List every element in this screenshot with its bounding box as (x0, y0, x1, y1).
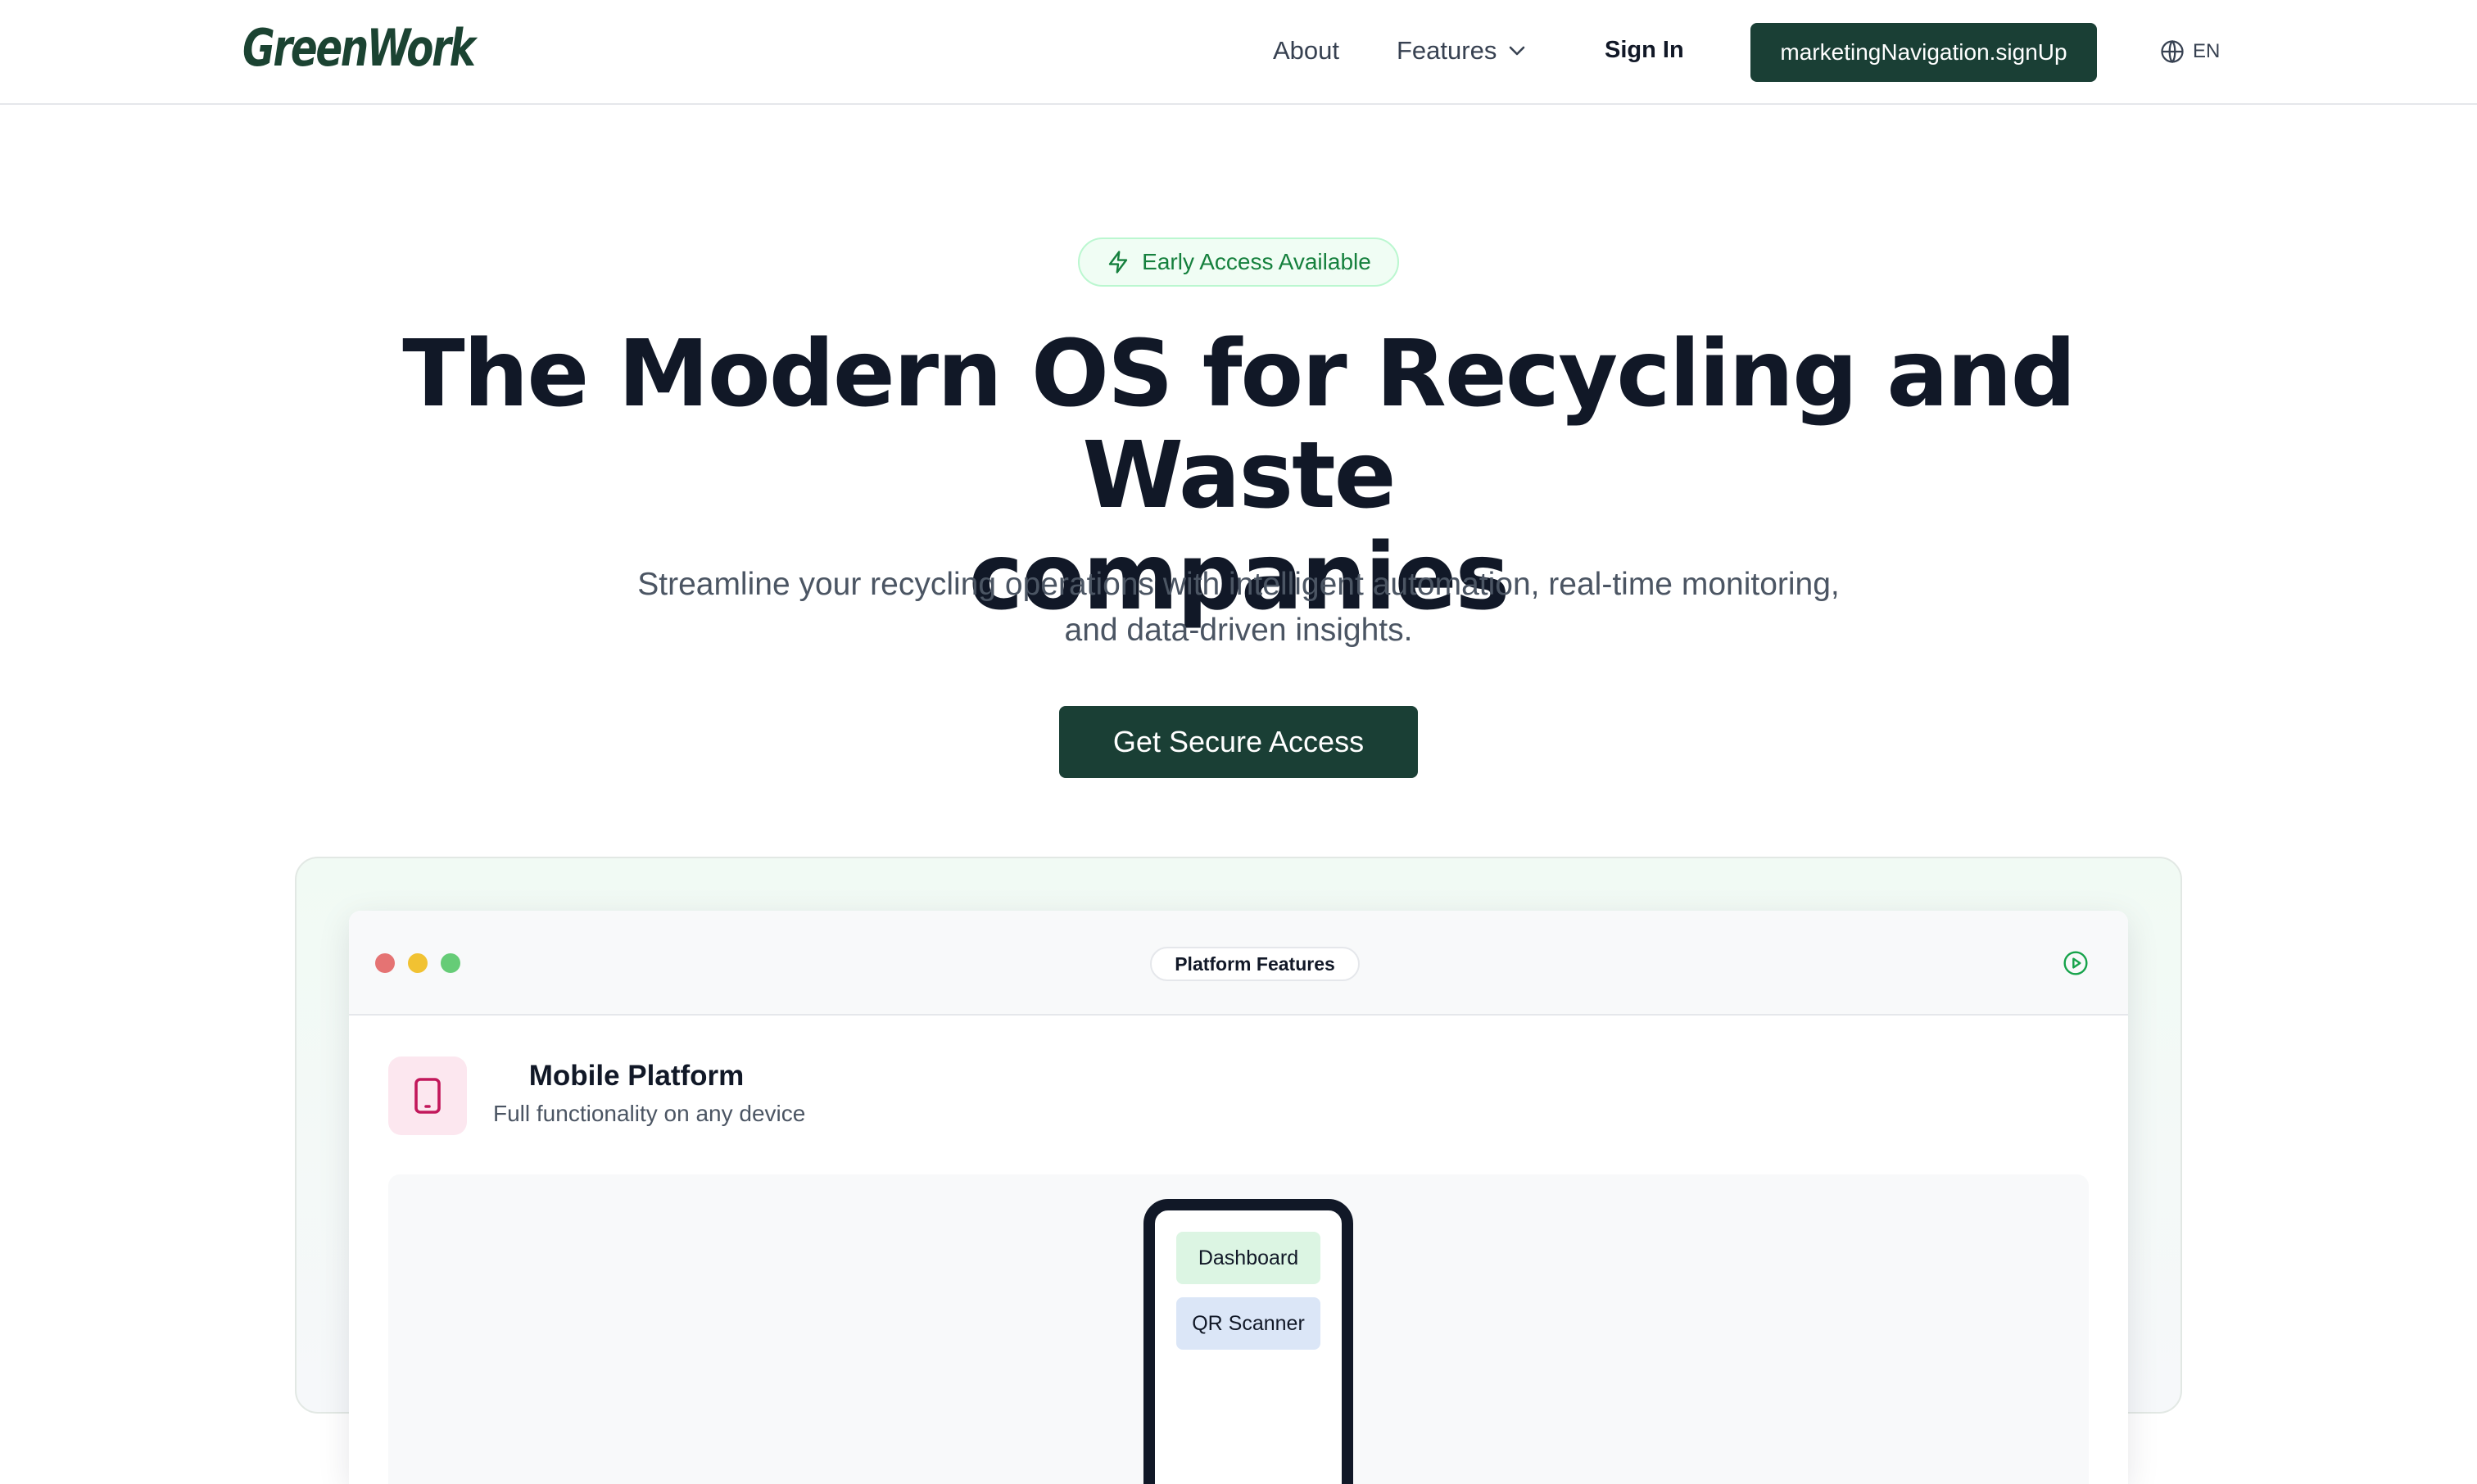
language-label: EN (2193, 40, 2221, 62)
feature-description: Full functionality on any device (493, 1101, 806, 1126)
hero-subtitle-line-2: and data-driven insights. (1064, 613, 1413, 648)
window-maximize-dot (441, 953, 460, 973)
play-circle-icon[interactable] (2063, 950, 2089, 976)
window-minimize-dot (408, 953, 428, 973)
window-title-bar: Platform Features (349, 911, 2128, 1016)
sign-up-button[interactable]: marketingNavigation.signUp (1750, 23, 2097, 82)
lightning-bolt-icon (1106, 250, 1130, 274)
window-close-dot (375, 953, 395, 973)
feature-title: Mobile Platform (528, 1060, 745, 1092)
phone-mockup: Dashboard QR Scanner (1143, 1199, 1353, 1484)
hero-title-line-1: The Modern OS for Recycling and Waste (402, 321, 2076, 529)
language-selector[interactable]: EN (2160, 39, 2220, 64)
feature-preview-area: Dashboard QR Scanner (388, 1174, 2089, 1484)
platform-showcase: Platform Features Mobile Platform Full f… (295, 857, 2182, 1484)
platform-features-pill: Platform Features (1150, 947, 1360, 981)
nav-link-about[interactable]: About (1273, 36, 1339, 66)
hero-subtitle-line-1: Streamline your recycling operations wit… (637, 567, 1840, 602)
sign-in-link[interactable]: Sign In (1605, 37, 1684, 64)
top-navigation-bar: GreenWork About Features Sign In marketi… (0, 0, 2477, 105)
hero-subtitle: Streamline your recycling operations wit… (583, 562, 1894, 654)
early-access-badge: Early Access Available (1078, 238, 1399, 287)
tablet-icon (388, 1056, 467, 1135)
early-access-label: Early Access Available (1142, 249, 1371, 274)
phone-menu-dashboard[interactable]: Dashboard (1176, 1232, 1320, 1284)
nav-features-dropdown[interactable]: Features (1397, 36, 1526, 66)
brand-logo[interactable]: GreenWork (242, 18, 476, 78)
phone-menu-qr-scanner[interactable]: QR Scanner (1176, 1297, 1320, 1350)
app-window-preview: Platform Features Mobile Platform Full f… (349, 911, 2128, 1484)
get-secure-access-button[interactable]: Get Secure Access (1059, 706, 1418, 778)
nav-features-label: Features (1397, 36, 1497, 65)
globe-icon (2160, 39, 2185, 64)
chevron-down-icon (1508, 45, 1526, 57)
